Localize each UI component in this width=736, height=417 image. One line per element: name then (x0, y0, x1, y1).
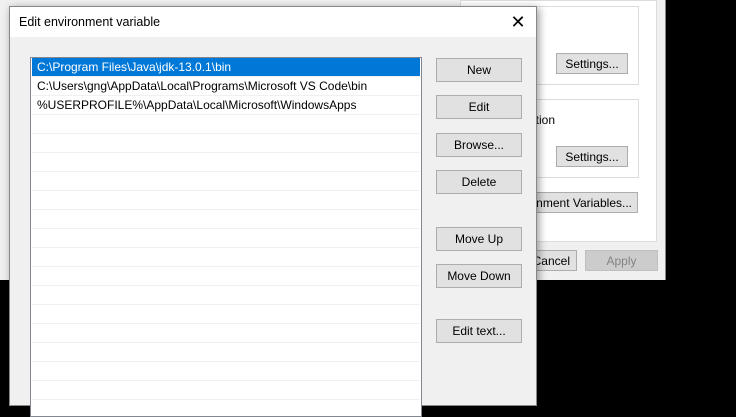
startup-settings-button[interactable]: Settings... (556, 146, 628, 167)
dialog-title: Edit environment variable (19, 15, 161, 29)
delete-button[interactable]: Delete (436, 170, 522, 194)
move-up-button[interactable]: Move Up (436, 227, 522, 251)
new-button[interactable]: New (436, 58, 522, 82)
edit-environment-variable-dialog: Edit environment variable ✕ C:\Program F… (9, 6, 537, 417)
close-icon[interactable]: ✕ (508, 12, 528, 32)
list-item[interactable]: %USERPROFILE%\AppData\Local\Microsoft\Wi… (32, 96, 420, 115)
list-item[interactable]: C:\Users\gng\AppData\Local\Programs\Micr… (32, 77, 420, 96)
browse-button[interactable]: Browse... (436, 133, 522, 157)
performance-settings-button[interactable]: Settings... (556, 53, 628, 74)
title-bar: Edit environment variable (10, 7, 536, 37)
list-item[interactable]: C:\Program Files\Java\jdk-13.0.1\bin (32, 58, 420, 77)
move-down-button[interactable]: Move Down (436, 264, 522, 288)
edit-text-button[interactable]: Edit text... (436, 319, 522, 343)
edit-button[interactable]: Edit (436, 95, 522, 119)
path-entries-list[interactable]: C:\Program Files\Java\jdk-13.0.1\bin C:\… (30, 57, 422, 417)
apply-button: Apply (585, 250, 658, 271)
